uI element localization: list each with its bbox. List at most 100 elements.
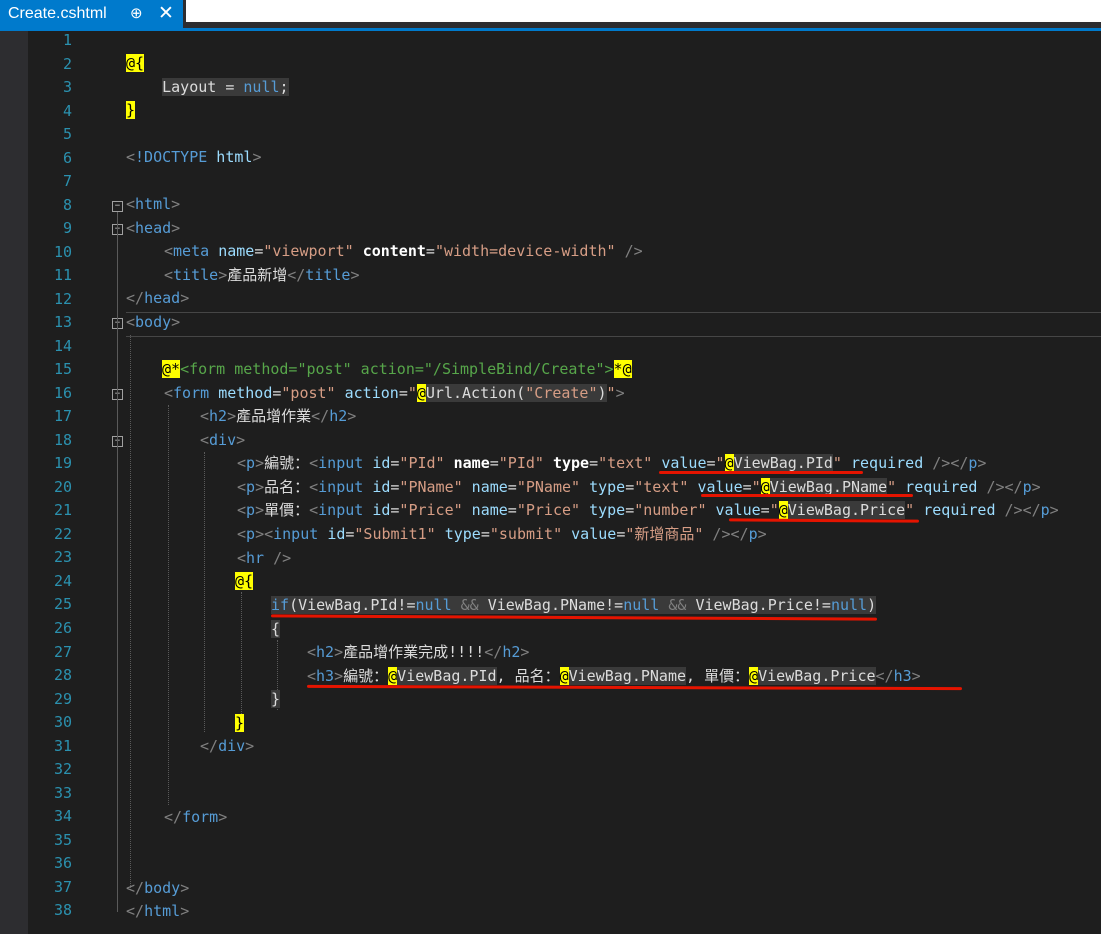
attr-name: value: [571, 525, 617, 543]
angle-bracket: >: [347, 407, 357, 425]
code-line-37[interactable]: </body>: [126, 877, 189, 901]
angle-bracket: >: [171, 219, 181, 237]
code-line-3[interactable]: Layout = null;: [126, 76, 289, 100]
angle-bracket: </: [164, 808, 183, 826]
code-line-38[interactable]: </html>: [126, 900, 189, 924]
p-tag: p: [1040, 501, 1050, 519]
attr-value: "number": [634, 501, 707, 519]
line-number: 20: [53, 477, 72, 496]
equals: =: [480, 525, 490, 543]
div-tag: div: [209, 431, 237, 449]
attr-name: value: [661, 454, 707, 472]
angle-bracket: </: [287, 266, 306, 284]
angle-bracket: >: [334, 667, 344, 685]
self-close: /></: [923, 454, 969, 472]
razor-block-close: }: [235, 714, 245, 732]
angle-bracket: >: [255, 478, 265, 496]
code-line-22[interactable]: <p><input id="Submit1" type="submit" val…: [237, 523, 767, 547]
attr-value: "width=device-width": [434, 242, 616, 260]
h2-tag: h2: [316, 643, 335, 661]
form-tag: form: [173, 384, 210, 402]
line-number: 8: [62, 195, 72, 214]
brace-open: {: [271, 620, 281, 638]
code-line-13[interactable]: <body>: [126, 311, 180, 335]
h3-text: , 單價：: [686, 667, 750, 685]
quote: ": [905, 501, 915, 519]
code-line-29[interactable]: }: [271, 688, 281, 712]
angle-bracket: <: [307, 643, 317, 661]
line-number: 19: [53, 454, 72, 473]
angle-bracket: <: [126, 313, 136, 331]
quote: ": [832, 454, 842, 472]
code-line-23[interactable]: <hr />: [237, 547, 291, 571]
code-line-16[interactable]: <form method="post" action="@Url.Action(…: [164, 382, 625, 406]
code-line-11[interactable]: <title>產品新增</title>: [164, 264, 359, 288]
tab-title[interactable]: Create.cshtml: [8, 5, 107, 23]
code-line-31[interactable]: </div>: [200, 735, 254, 759]
angle-bracket: >: [334, 643, 344, 661]
attr-name: type: [589, 501, 626, 519]
equals: =: [507, 478, 517, 496]
viewbag-expression: ViewBag.Price: [758, 667, 876, 685]
equals: =: [625, 501, 635, 519]
code-line-30[interactable]: }: [235, 712, 245, 736]
attr-name: value: [715, 501, 761, 519]
code-line-19[interactable]: <p>編號：<input id="PId" name="PId" type="t…: [237, 452, 986, 476]
h2-tag: h2: [209, 407, 228, 425]
equals: =: [706, 454, 716, 472]
angle-bracket: >: [350, 266, 360, 284]
angle-bracket: <: [126, 219, 136, 237]
angle-bracket: >: [757, 525, 767, 543]
code-line-8[interactable]: <html>: [126, 193, 180, 217]
razor-at: @: [559, 667, 569, 685]
equals: =: [625, 478, 635, 496]
title-text: 產品新增: [227, 266, 288, 284]
null-keyword: null: [623, 596, 660, 614]
angle-bracket: >: [180, 902, 190, 920]
code-line-26[interactable]: {: [271, 618, 281, 642]
angle-bracket: >: [227, 407, 237, 425]
line-number: 31: [53, 736, 72, 755]
attr-name: name: [218, 242, 255, 260]
fold-toggle-html[interactable]: −: [112, 201, 123, 212]
line-number: 14: [53, 336, 72, 355]
code-line-21[interactable]: <p>單價：<input id="Price" name="Price" typ…: [237, 499, 1059, 523]
line-number: 1: [62, 31, 72, 49]
line-number: 29: [53, 689, 72, 708]
document-tab[interactable]: Create.cshtml ⊕ ✕: [0, 0, 183, 30]
code-line-20[interactable]: <p>品名：<input id="PName" name="PName" typ…: [237, 476, 1041, 500]
head-tag: head: [144, 289, 181, 307]
line-number: 22: [53, 524, 72, 543]
pin-icon[interactable]: ⊕: [130, 4, 143, 22]
code-line-27[interactable]: <h2>產品增作業完成!!!!</h2>: [307, 641, 529, 665]
code-line-15[interactable]: @*<form method="post" action="/SimpleBin…: [162, 358, 632, 382]
code-line-2[interactable]: @{: [126, 52, 145, 76]
tab-strip-blank: [186, 0, 1101, 22]
code-line-18[interactable]: <div>: [200, 429, 245, 453]
angle-bracket: <: [200, 407, 210, 425]
line-number: 2: [62, 54, 72, 73]
code-line-9[interactable]: <head>: [126, 217, 180, 241]
razor-at: @: [388, 667, 398, 685]
angle-bracket: >: [180, 879, 190, 897]
attr-required: required: [850, 454, 924, 472]
angle-bracket: </: [200, 737, 219, 755]
semicolon: ;: [279, 78, 289, 96]
close-icon[interactable]: ✕: [158, 2, 174, 25]
code-line-24[interactable]: @{: [235, 570, 254, 594]
code-line-34[interactable]: </form>: [164, 806, 227, 830]
code-line-17[interactable]: <h2>產品增作業</h2>: [200, 405, 356, 429]
code-line-4[interactable]: }: [126, 99, 136, 123]
code-line-6[interactable]: <!DOCTYPE html>: [126, 146, 261, 170]
doctype-keyword: !DOCTYPE: [135, 148, 208, 166]
attr-value: "text": [598, 454, 653, 472]
line-number: 25: [53, 595, 72, 614]
if-keyword: if: [271, 596, 290, 614]
layout-statement: Layout = null;: [162, 78, 289, 96]
line-number: 16: [53, 383, 72, 402]
equals: =: [507, 501, 517, 519]
razor-block-open: @{: [126, 54, 145, 72]
code-line-10[interactable]: <meta name="viewport" content="width=dev…: [164, 240, 643, 264]
code-line-12[interactable]: </head>: [126, 287, 189, 311]
attr-name: type: [589, 478, 626, 496]
